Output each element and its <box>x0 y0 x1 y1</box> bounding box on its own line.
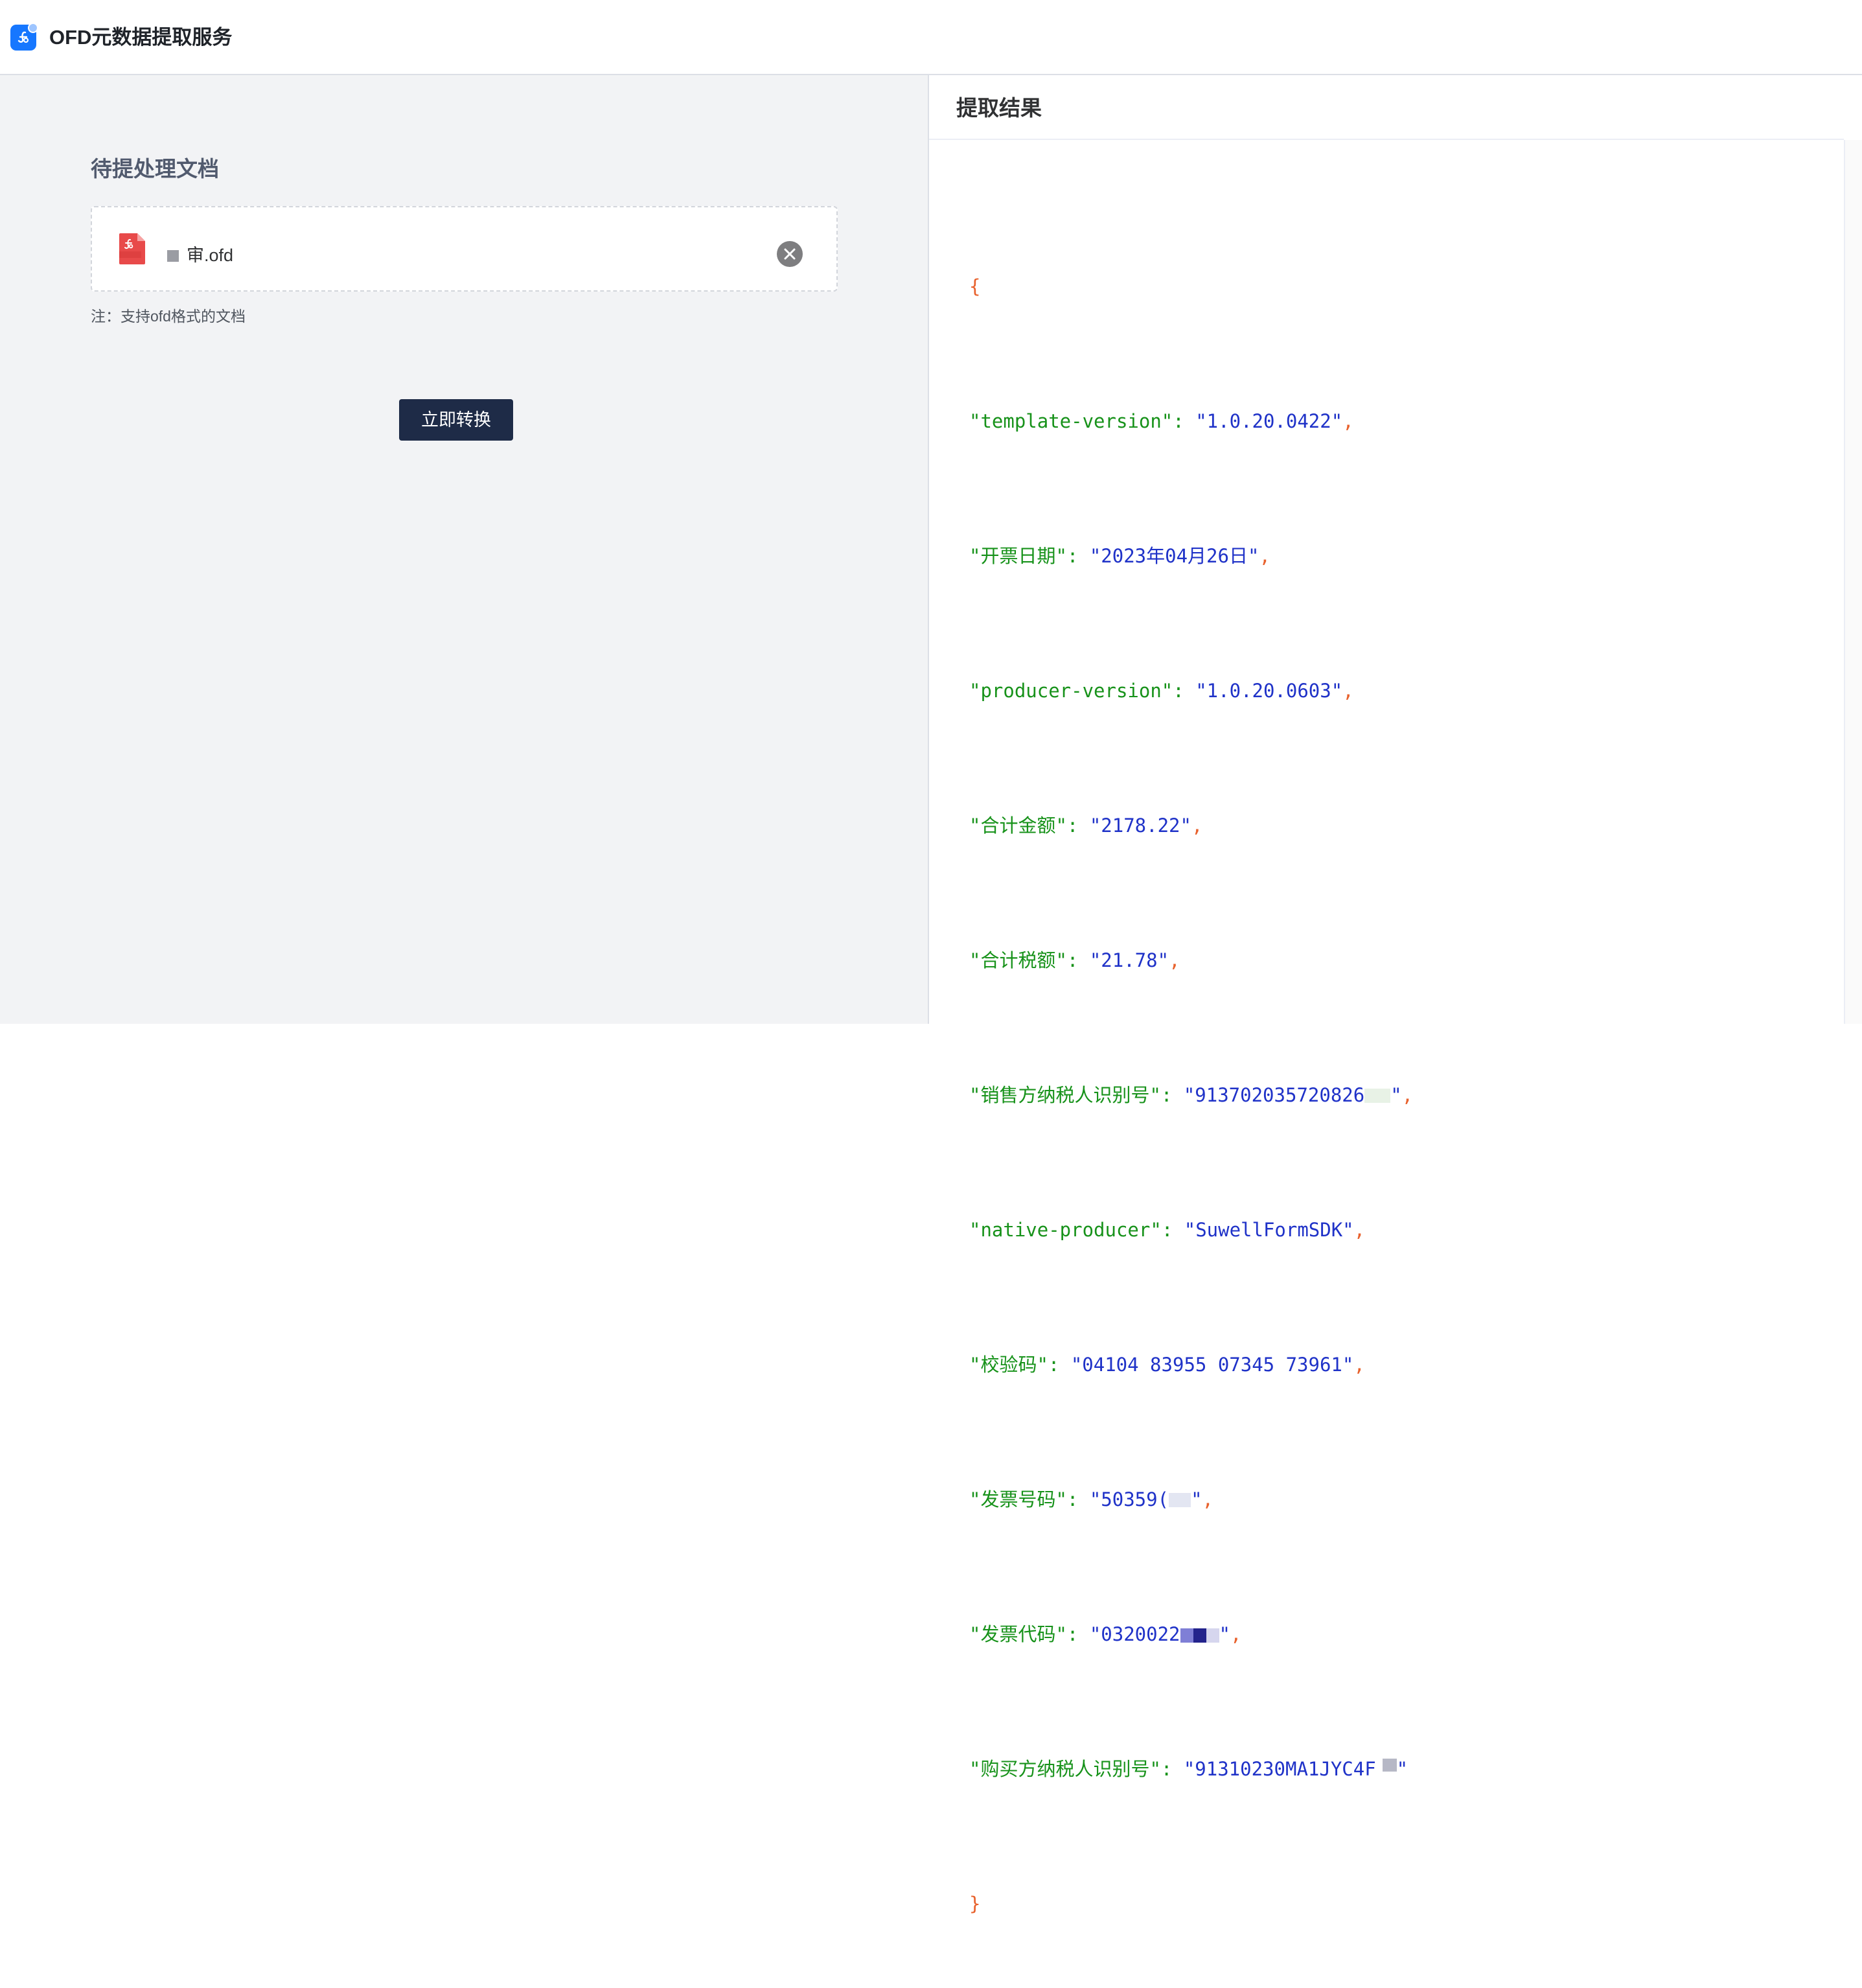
json-result: { "template-version": "1.0.20.0422", "开票… <box>969 202 1413 1988</box>
redacted-block <box>167 250 179 262</box>
json-entry: "校验码": "04104 83955 07345 73961", <box>969 1354 1365 1376</box>
remove-file-button[interactable] <box>777 241 803 267</box>
redacted-block <box>1364 1089 1391 1103</box>
json-entry: "合计税额": "21.78", <box>969 949 1180 971</box>
json-close-brace: } <box>969 1893 981 1915</box>
scrollbar[interactable] <box>1844 140 1862 1024</box>
app-title: OFD元数据提取服务 <box>49 26 233 49</box>
pending-documents-title: 待提处理文档 <box>91 157 219 181</box>
json-entry: "template-version": "1.0.20.0422", <box>969 410 1354 432</box>
app-header: OFD元数据提取服务 <box>0 0 1862 75</box>
json-entry: "producer-version": "1.0.20.0603", <box>969 680 1354 702</box>
file-list: 审.ofd <box>91 206 838 292</box>
redacted-block <box>1169 1493 1191 1507</box>
ofd-file-icon <box>119 233 145 264</box>
file-name: 审.ofd <box>187 246 234 265</box>
result-header: 提取结果 <box>929 75 1844 140</box>
json-entry: "销售方纳税人识别号": "913702035720826 ", <box>969 1084 1414 1106</box>
json-entry: "合计金额": "2178.22", <box>969 815 1203 837</box>
json-entry: "开票日期": "2023年04月26日", <box>969 545 1270 567</box>
file-item: 审.ofd <box>167 244 233 267</box>
result-panel: 提取结果 { "template-version": "1.0.20.0422"… <box>929 75 1862 1915</box>
json-entry: "购买方纳税人识别号": "91310230MA1JYC4F " <box>969 1758 1408 1780</box>
close-icon <box>784 248 796 260</box>
json-open-brace: { <box>969 275 981 297</box>
format-note: 注：支持ofd格式的文档 <box>91 308 246 325</box>
redacted-block <box>1180 1628 1219 1643</box>
json-entry: "发票号码": "50359(", <box>969 1488 1213 1510</box>
convert-button[interactable]: 立即转换 <box>399 399 513 441</box>
result-title: 提取结果 <box>956 96 1042 120</box>
json-entry: "native-producer": "SuwellFormSDK", <box>969 1219 1366 1241</box>
redacted-block <box>1382 1759 1397 1772</box>
json-entry: "发票代码": "0320022 ", <box>969 1623 1242 1645</box>
app-logo-icon <box>10 23 38 51</box>
upload-panel: 待提处理文档 审.ofd 注：支持ofd格式的文档 立即转换 <box>0 75 929 1024</box>
